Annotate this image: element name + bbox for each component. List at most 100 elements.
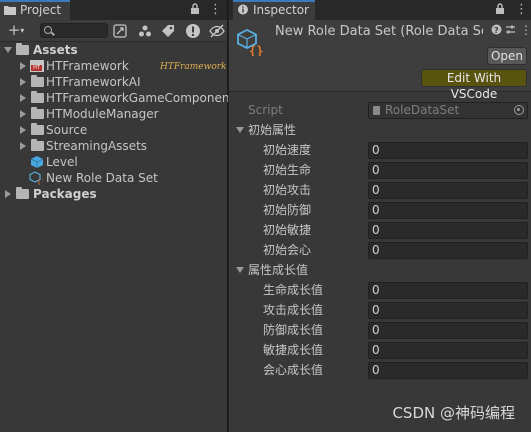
context-menu-icon[interactable]: ⋮ xyxy=(520,23,531,37)
folder-icon xyxy=(31,75,44,87)
tab-inspector-label: Inspector xyxy=(253,3,309,17)
number-field[interactable]: 0 xyxy=(368,222,528,239)
tab-project-label: Project xyxy=(20,3,62,17)
number-field[interactable]: 0 xyxy=(368,322,528,339)
search-by-type-icon[interactable] xyxy=(137,23,153,39)
project-toolbar: +▾ xyxy=(0,20,227,42)
lock-icon[interactable] xyxy=(190,0,200,20)
info-icon xyxy=(237,3,249,15)
field-row: 会心成长值 0 xyxy=(229,360,531,380)
scene-cube-icon xyxy=(31,156,43,168)
script-value: RoleDataSet xyxy=(385,103,460,117)
tree-item-packages[interactable]: Packages xyxy=(0,186,227,202)
number-field[interactable]: 0 xyxy=(368,242,528,259)
number-field[interactable]: 0 xyxy=(368,282,528,299)
tree-item-label: Packages xyxy=(33,187,97,201)
number-field[interactable]: 0 xyxy=(368,342,528,359)
lock-icon[interactable] xyxy=(495,0,505,20)
group-header-initial[interactable]: 初始属性 xyxy=(229,120,531,140)
field-label: 初始生命 xyxy=(263,163,312,177)
field-row: 初始防御 0 xyxy=(229,200,531,220)
foldout-arrow-icon[interactable] xyxy=(236,267,244,273)
field-row: 初始会心 0 xyxy=(229,240,531,260)
field-row: 初始敏捷 0 xyxy=(229,220,531,240)
more-menu-icon[interactable]: ⋮ xyxy=(515,0,528,20)
field-row: 初始速度 0 xyxy=(229,140,531,160)
number-field[interactable]: 0 xyxy=(368,182,528,199)
folder-icon xyxy=(16,187,29,199)
field-label: 会心成长值 xyxy=(263,363,324,377)
expand-arrow-icon[interactable] xyxy=(5,190,11,198)
svg-text:{}: {} xyxy=(249,44,263,56)
folder-icon xyxy=(31,123,44,135)
tree-item-new-role-data-set[interactable]: {} New Role Data Set xyxy=(0,170,227,186)
field-label: 初始攻击 xyxy=(263,183,312,197)
folder-icon xyxy=(31,139,44,151)
expand-arrow-icon[interactable] xyxy=(20,142,26,150)
expand-arrow-icon[interactable] xyxy=(20,110,26,118)
foldout-arrow-icon[interactable] xyxy=(236,127,244,133)
field-label: 敏捷成长值 xyxy=(263,343,324,357)
expand-arrow-icon[interactable] xyxy=(20,62,26,70)
tree-item-level[interactable]: Level xyxy=(0,154,227,170)
tree-item-assets[interactable]: Assets xyxy=(0,42,227,58)
field-row: 初始生命 0 xyxy=(229,160,531,180)
field-row: 初始攻击 0 xyxy=(229,180,531,200)
svg-text:{}: {} xyxy=(37,179,43,186)
field-label: 攻击成长值 xyxy=(263,303,324,317)
tree-item-label: HTFrameworkAI xyxy=(46,75,141,89)
project-tabbar: Project ⋮ xyxy=(0,0,227,20)
expand-arrow-icon[interactable] xyxy=(20,94,26,102)
field-row: 防御成长值 0 xyxy=(229,320,531,340)
number-field[interactable]: 0 xyxy=(368,302,528,319)
tree-item-htframeworkai[interactable]: HTFrameworkAI xyxy=(0,74,227,90)
tab-project[interactable]: Project xyxy=(0,0,70,20)
folder-icon xyxy=(4,3,16,15)
field-label: 防御成长值 xyxy=(263,323,324,337)
group-label: 属性成长值 xyxy=(248,263,309,277)
htframework-logo: HTFramework xyxy=(160,62,227,72)
inspector-tabbar: Inspector ⋮ xyxy=(229,0,531,20)
search-type-icon[interactable] xyxy=(112,23,128,39)
object-picker-icon[interactable] xyxy=(514,105,524,115)
expand-arrow-icon[interactable] xyxy=(4,47,12,53)
number-field[interactable]: 0 xyxy=(368,202,528,219)
open-button[interactable]: Open xyxy=(487,47,527,65)
group-header-growth[interactable]: 属性成长值 xyxy=(229,260,531,280)
script-field[interactable]: RoleDataSet xyxy=(368,102,528,119)
hidden-packages-icon[interactable] xyxy=(209,23,225,39)
number-field[interactable]: 0 xyxy=(368,142,528,159)
tree-item-htmodulemanager[interactable]: HTModuleManager xyxy=(0,106,227,122)
edit-with-vscode-button[interactable]: Edit With VSCode xyxy=(421,69,527,101)
search-input[interactable] xyxy=(40,23,108,38)
number-field[interactable]: 0 xyxy=(368,362,528,379)
preset-sliders-icon[interactable] xyxy=(505,24,516,38)
help-icon[interactable]: ? xyxy=(491,24,502,38)
field-label: 初始速度 xyxy=(263,143,312,157)
inspector-panel: Inspector ⋮ {} New Role Data Set (Role D… xyxy=(228,0,531,432)
more-menu-icon[interactable]: ⋮ xyxy=(209,0,222,20)
tree-item-label: HTModuleManager xyxy=(46,107,159,121)
search-by-label-icon[interactable] xyxy=(160,23,176,39)
inspector-title: New Role Data Set (Role Data Se xyxy=(275,24,483,39)
tab-inspector[interactable]: Inspector xyxy=(233,0,315,20)
field-label: 初始敏捷 xyxy=(263,223,312,237)
expand-arrow-icon[interactable] xyxy=(20,126,26,134)
tree-item-htframeworkgamecomponent[interactable]: HTFrameworkGameComponent xyxy=(0,90,234,106)
tree-item-label: StreamingAssets xyxy=(46,139,148,153)
field-row: 攻击成长值 0 xyxy=(229,300,531,320)
ht-folder-icon: HT xyxy=(30,60,44,72)
script-label: Script xyxy=(248,103,283,117)
inspector-header: {} New Role Data Set (Role Data Se ? ⋮ O… xyxy=(229,20,531,101)
folder-icon xyxy=(31,107,44,119)
tree-item-htframework[interactable]: HT HTFramework HTFramework xyxy=(0,58,227,74)
expand-arrow-icon[interactable] xyxy=(20,78,26,86)
group-label: 初始属性 xyxy=(248,123,297,137)
warning-filter-icon[interactable] xyxy=(185,23,201,39)
create-plus-icon[interactable]: +▾ xyxy=(3,22,29,39)
number-field[interactable]: 0 xyxy=(368,162,528,179)
tree-item-streamingassets[interactable]: StreamingAssets xyxy=(0,138,227,154)
tree-item-label: HTFrameworkGameComponent xyxy=(46,91,235,105)
folder-icon xyxy=(16,43,29,55)
tree-item-source[interactable]: Source xyxy=(0,122,227,138)
